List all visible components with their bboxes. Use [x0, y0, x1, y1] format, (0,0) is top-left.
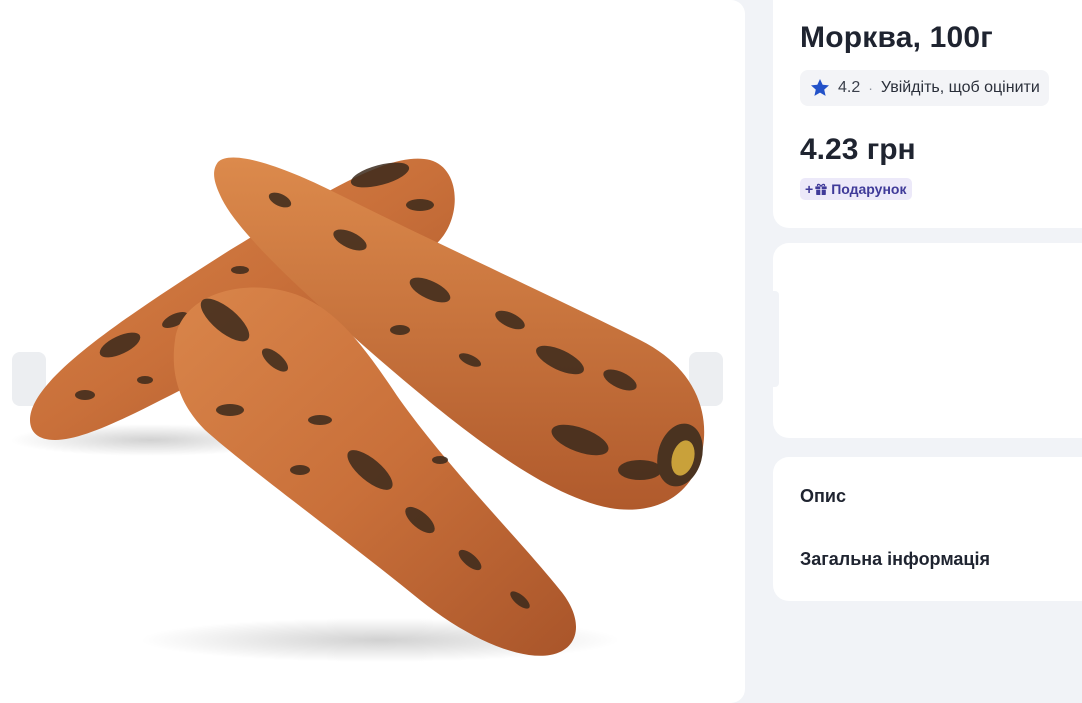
gift-icon — [815, 183, 827, 195]
rate-login-link[interactable]: Увійдіть, щоб оцінити — [881, 79, 1040, 97]
product-info-card: Опис Загальна інформація — [773, 457, 1082, 601]
rating-separator: · — [868, 80, 873, 96]
plus-icon: + — [805, 181, 814, 197]
gift-label: Подарунок — [831, 181, 907, 197]
general-info-link[interactable]: Загальна інформація — [800, 549, 990, 570]
product-image[interactable] — [0, 0, 745, 703]
product-summary-card: Морква, 100г 4.2 · Увійдіть, щоб оцінити… — [773, 0, 1082, 228]
rating-value: 4.2 — [838, 79, 861, 96]
star-icon — [811, 79, 829, 96]
product-gallery — [0, 0, 745, 703]
purchase-card — [773, 243, 1082, 438]
gift-badge[interactable]: + Подарунок — [800, 178, 913, 200]
rating-pill[interactable]: 4.2 · Увійдіть, щоб оцінити — [800, 70, 1049, 106]
card-notch — [773, 291, 779, 387]
product-price: 4.23 грн — [800, 133, 916, 166]
product-title: Морква, 100г — [800, 21, 994, 54]
product-page: Морква, 100г 4.2 · Увійдіть, щоб оцінити… — [0, 0, 1082, 703]
description-link[interactable]: Опис — [800, 486, 846, 507]
